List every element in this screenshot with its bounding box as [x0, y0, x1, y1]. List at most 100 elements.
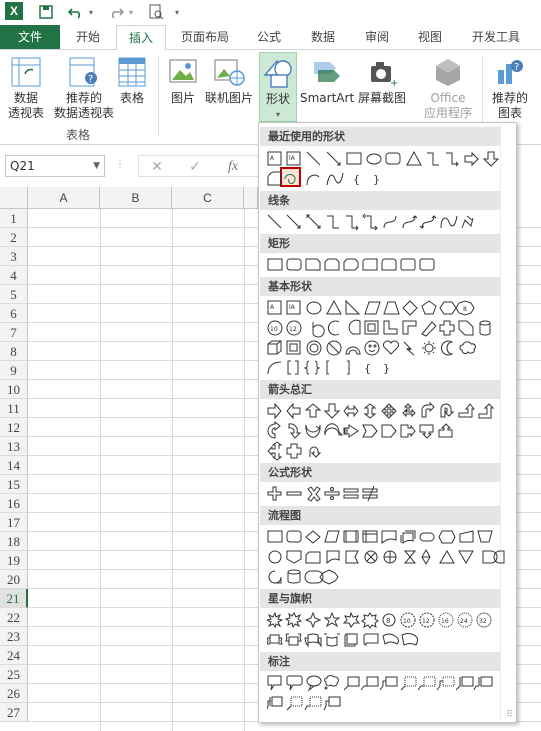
undo-dropdown-icon[interactable]: ▾: [86, 2, 96, 22]
row-header[interactable]: 24: [0, 646, 28, 665]
pivot-table-label-1: 数据: [13, 91, 38, 105]
row-header[interactable]: 27: [0, 703, 28, 722]
tab-file[interactable]: 文件: [0, 25, 60, 49]
shapes-row-recent-1[interactable]: A lA: [267, 149, 507, 169]
svg-text:8: 8: [386, 617, 390, 625]
row-header[interactable]: 16: [0, 494, 28, 513]
row-header[interactable]: 3: [0, 247, 28, 266]
row-header[interactable]: 9: [0, 361, 28, 380]
print-preview-icon[interactable]: [146, 2, 166, 22]
tab-page-layout[interactable]: 页面布局: [172, 25, 238, 49]
shapes-row-stars-2[interactable]: [267, 630, 507, 650]
row-header[interactable]: 19: [0, 551, 28, 570]
column-header-d[interactable]: [244, 187, 258, 209]
tab-formulas[interactable]: 公式: [246, 25, 292, 49]
tab-review[interactable]: 审阅: [354, 25, 400, 49]
shapes-row-callouts-2[interactable]: [267, 693, 507, 713]
row-header[interactable]: 18: [0, 532, 28, 551]
tab-data[interactable]: 数据: [300, 25, 346, 49]
shapes-row-rectangles[interactable]: [267, 255, 507, 275]
shapes-row-basic-2[interactable]: 10 12: [267, 318, 507, 338]
tab-view[interactable]: 视图: [407, 25, 453, 49]
row-header[interactable]: 20: [0, 570, 28, 589]
customize-toolbar-icon[interactable]: ▾: [172, 2, 182, 22]
shapes-row-recent-2[interactable]: { }: [267, 169, 507, 189]
svg-text:12: 12: [422, 618, 430, 625]
table-button[interactable]: 表格: [114, 56, 150, 106]
office-apps-button[interactable]: Office 应用程序: [418, 56, 478, 121]
shapes-row-flowchart-2[interactable]: [267, 547, 507, 567]
column-header-c[interactable]: C: [172, 187, 244, 209]
enter-icon[interactable]: ✓: [183, 158, 207, 176]
cancel-icon[interactable]: ✕: [145, 158, 169, 176]
name-box-dropdown-icon[interactable]: ▼: [93, 156, 100, 176]
row-header[interactable]: 17: [0, 513, 28, 532]
row-header[interactable]: 6: [0, 304, 28, 323]
shapes-row-basic-1[interactable]: A lA 8: [267, 298, 507, 318]
shapes-row-arrows-3[interactable]: [267, 441, 507, 461]
row-header[interactable]: 8: [0, 342, 28, 361]
row-header[interactable]: 10: [0, 380, 28, 399]
row-header[interactable]: 11: [0, 399, 28, 418]
svg-text:lA: lA: [289, 304, 296, 311]
row-header[interactable]: 12: [0, 418, 28, 437]
online-picture-label: 联机图片: [204, 91, 253, 105]
tab-insert[interactable]: 插入: [116, 25, 166, 50]
recommended-chart-button[interactable]: ? 推荐的 图表: [488, 56, 532, 121]
svg-text:10: 10: [270, 326, 278, 333]
svg-text:24: 24: [460, 618, 468, 625]
tab-developer[interactable]: 开发工具: [460, 25, 532, 49]
pivot-table-label-2: 透视表: [7, 106, 44, 120]
row-header[interactable]: 21: [0, 589, 28, 608]
shapes-row-basic-3[interactable]: [267, 338, 507, 358]
pivot-table-button[interactable]: 数据 透视表: [4, 56, 48, 121]
shapes-row-arrows-1[interactable]: [267, 401, 507, 421]
section-block-arrows: 箭头总汇: [260, 380, 500, 399]
shapes-row-callouts-1[interactable]: [267, 673, 507, 693]
row-header[interactable]: 22: [0, 608, 28, 627]
group-label-tables: 表格: [66, 128, 91, 142]
row-header[interactable]: 5: [0, 285, 28, 304]
recommended-pivot-label-2: 数据透视表: [54, 106, 115, 120]
row-header[interactable]: 26: [0, 684, 28, 703]
row-header[interactable]: 15: [0, 475, 28, 494]
section-equation-shapes: 公式形状: [260, 463, 500, 482]
shapes-gallery: 最近使用的形状 A lA { } 线条 矩形 基本形状 A lA 8 10 12…: [258, 122, 517, 723]
svg-text:8: 8: [463, 306, 467, 313]
svg-text:+: +: [390, 78, 398, 88]
smartart-button[interactable]: SmartArt: [300, 56, 354, 106]
shapes-row-flowchart-1[interactable]: [267, 527, 507, 547]
picture-button[interactable]: 图片: [166, 56, 200, 106]
recommended-pivot-button[interactable]: ? 推荐的 数据透视表: [54, 56, 114, 121]
screenshot-button[interactable]: + 屏幕截图: [356, 56, 408, 106]
row-header[interactable]: 23: [0, 627, 28, 646]
name-box[interactable]: Q21 ▼: [5, 155, 105, 177]
shapes-row-arrows-2[interactable]: [267, 421, 507, 441]
row-header[interactable]: 4: [0, 266, 28, 285]
row-header[interactable]: 25: [0, 665, 28, 684]
column-header-b[interactable]: B: [100, 187, 172, 209]
shapes-row-equation[interactable]: [267, 484, 507, 504]
picture-icon: [166, 56, 200, 88]
select-all-corner[interactable]: [0, 187, 28, 209]
online-picture-button[interactable]: 联机图片: [204, 56, 254, 106]
insert-function-icon[interactable]: fx: [221, 158, 245, 176]
undo-icon[interactable]: [66, 2, 86, 22]
redo-icon[interactable]: [106, 2, 126, 22]
row-header[interactable]: 1: [0, 209, 28, 228]
shapes-row-lines[interactable]: [267, 212, 507, 232]
tab-home[interactable]: 开始: [64, 25, 112, 49]
row-header[interactable]: 14: [0, 456, 28, 475]
resize-grip-icon[interactable]: ⠿: [506, 710, 513, 720]
row-header[interactable]: 7: [0, 323, 28, 342]
shapes-row-stars-1[interactable]: 8 10 12 16 24 32: [267, 610, 507, 630]
save-icon[interactable]: [36, 2, 56, 22]
shapes-row-basic-4[interactable]: { }: [267, 358, 507, 378]
redo-dropdown-icon[interactable]: ▾: [126, 2, 136, 22]
shapes-button[interactable]: 形状 ▾: [259, 52, 297, 122]
column-header-a[interactable]: A: [28, 187, 100, 209]
row-header[interactable]: 13: [0, 437, 28, 456]
shapes-row-flowchart-3[interactable]: [267, 567, 507, 587]
row-header[interactable]: 2: [0, 228, 28, 247]
brace-close-glyph: }: [373, 173, 380, 186]
